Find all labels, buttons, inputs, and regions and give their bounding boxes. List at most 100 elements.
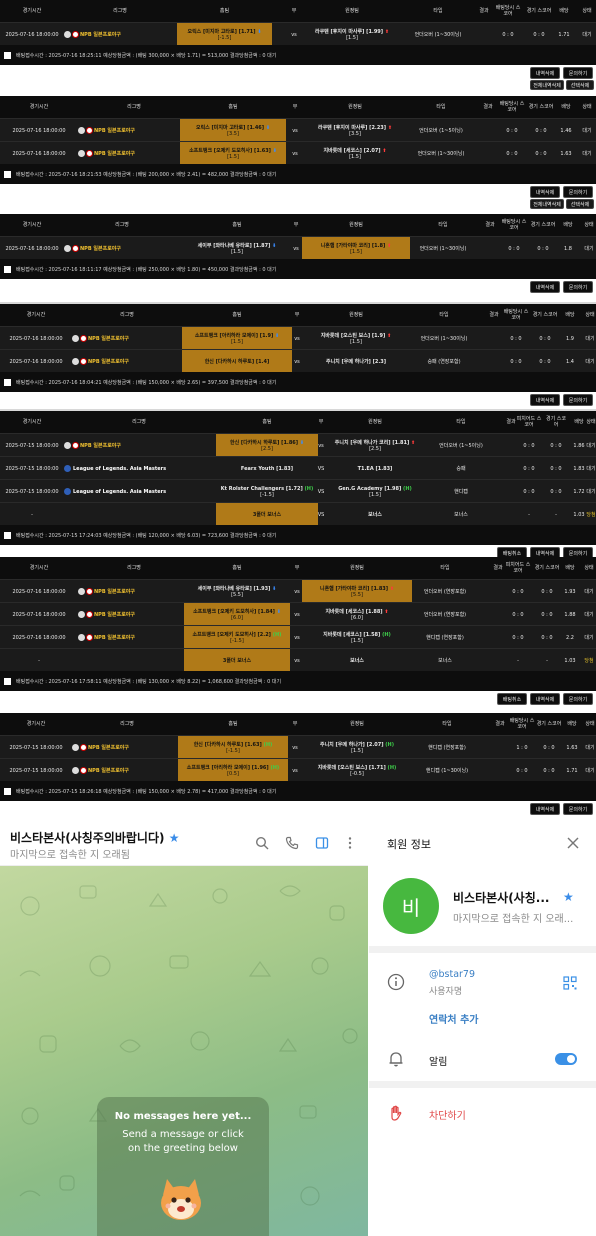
- column-header: 경기시간: [26, 312, 46, 318]
- select-checkbox[interactable]: [4, 265, 11, 273]
- bet-row: 2025-07-16 18:00:00 NPB 일본프로야구 소프트뱅크 [오제키 …: [0, 141, 596, 165]
- column-header: 경기시간: [29, 565, 49, 571]
- avatar[interactable]: 비: [383, 878, 439, 934]
- league-name: NPB 일본프로야구: [78, 580, 190, 603]
- home-team-pick[interactable]: 세이부 [와타나베 유타로] [1.93] ⬇ [5.5]: [184, 580, 290, 603]
- close-icon[interactable]: [566, 836, 580, 850]
- inquiry-button[interactable]: 문의하기: [563, 803, 593, 815]
- select-checkbox[interactable]: [4, 787, 11, 795]
- column-header: 경기 스코어: [532, 312, 558, 318]
- username[interactable]: @bstar79: [429, 969, 475, 980]
- status-label: 당첨: [586, 511, 596, 518]
- select-checkbox[interactable]: [4, 531, 11, 539]
- league-name: NPB 일본프로야구: [78, 626, 190, 649]
- away-team-pick[interactable]: 주니치 [우메 하나가] [2.07] (H) [1.5]: [302, 736, 412, 759]
- away-team-pick[interactable]: Gen.G Academy [1.98] (H) [1.5]: [326, 480, 424, 503]
- bet-type: 언더오버 (연장포함): [423, 588, 467, 595]
- odds-value: 1.03: [564, 657, 576, 664]
- inquiry-button[interactable]: 문의하기: [563, 186, 593, 198]
- vs-label: vs: [292, 150, 298, 157]
- select-checkbox[interactable]: [4, 677, 11, 685]
- odds-value: 1.83: [573, 465, 585, 472]
- delete-selected-button[interactable]: 선택삭제: [566, 199, 594, 209]
- select-checkbox[interactable]: [4, 51, 11, 59]
- away-team-pick[interactable]: 보너스: [326, 503, 424, 526]
- select-checkbox[interactable]: [4, 170, 11, 178]
- bet-time-score: 0 : 0: [512, 634, 524, 641]
- away-team-pick[interactable]: 지바롯데 [오스틴 보스] [1.9] ⬆ [1.5]: [302, 327, 410, 350]
- inquiry-button[interactable]: 문의하기: [563, 394, 593, 406]
- search-icon[interactable]: [254, 835, 270, 851]
- away-team-pick[interactable]: 주니치 [우메 하나가] [2.3]: [302, 350, 410, 373]
- greeting-sticker[interactable]: [155, 1173, 207, 1223]
- away-team-pick[interactable]: 라쿠텐 [후지이 마사루] [1.99] ⬆ [1.5]: [303, 23, 401, 46]
- inquiry-button[interactable]: 문의하기: [563, 281, 593, 293]
- home-team-pick[interactable]: 오릭스 [미지마 고타로] [1.46] ⬇ [3.5]: [180, 119, 286, 142]
- home-team-pick[interactable]: Kt Rolster Challengers [1.72] (H) [-1.5]: [216, 480, 318, 503]
- home-team-label: Fearx Youth [1.83]: [240, 465, 294, 472]
- home-team-pick[interactable]: 3폴더 보너스: [216, 503, 318, 526]
- qr-icon[interactable]: [563, 976, 577, 990]
- away-team-pick[interactable]: 지바롯데 [세코스] [2.07] ⬆ [1.5]: [302, 142, 408, 165]
- away-team-pick[interactable]: 라쿠텐 [후지이 마사루] [2.23] ⬆ [3.5]: [302, 119, 408, 142]
- column-header: 타입: [433, 8, 443, 14]
- delete-all-button[interactable]: 전체내역삭제: [530, 199, 564, 209]
- home-team-pick[interactable]: 소프트뱅크 [오제키 도모히사] [1.84] ⬇ [6.0]: [184, 603, 290, 626]
- home-team-pick[interactable]: 소프트뱅크 [아리하라 모에이] [1.9] ⬇ [1.5]: [182, 327, 292, 350]
- divider: [369, 1081, 596, 1088]
- away-team-pick[interactable]: 니혼햄 [가타야마 코리] [1.8] ⬆ [1.5]: [302, 237, 410, 260]
- more-icon[interactable]: [342, 835, 358, 851]
- home-team-pick[interactable]: 한신 [다카하시 하루토] [1.63] (H) [-1.5]: [178, 736, 288, 759]
- game-score: 0 : 0: [550, 442, 562, 449]
- sidebar-toggle-icon[interactable]: [314, 835, 330, 851]
- select-checkbox[interactable]: [4, 378, 11, 386]
- away-team-pick[interactable]: T1.EA [1.83]: [326, 457, 424, 480]
- delete-history-button[interactable]: 내역삭제: [530, 186, 560, 198]
- bet-row: 2025-07-16 18:00:00 NPB 일본프로야구 소프트뱅크 [오제키 …: [0, 625, 596, 649]
- home-team-pick[interactable]: 오릭스 [미지마 고타로] [1.71] ⬇ [-1.5]: [177, 23, 272, 46]
- delete-history-button[interactable]: 내역삭제: [530, 67, 560, 79]
- inquiry-button[interactable]: 문의하기: [563, 693, 593, 705]
- away-team-pick[interactable]: 보너스: [302, 649, 412, 672]
- bet-summary: 배팅접수시간 : 2025-07-16 17:58:11 예상당첨금액 : (배…: [0, 671, 596, 691]
- home-team-pick[interactable]: 소프트뱅크 [오제키 도모히사] [2.2] (H) [-1.5]: [184, 626, 290, 649]
- status-label: 대기: [584, 611, 594, 618]
- block-button[interactable]: 차단하기: [429, 1107, 466, 1122]
- delete-selected-button[interactable]: 선택삭제: [566, 80, 594, 90]
- league-name: NPB 일본프로야구: [64, 23, 176, 46]
- inquiry-button[interactable]: 문의하기: [563, 67, 593, 79]
- delete-history-button[interactable]: 내역삭제: [530, 693, 560, 705]
- match-time: 2025-07-15 18:00:00: [9, 767, 63, 774]
- game-score: 0 : 0: [541, 588, 553, 595]
- away-team-pick[interactable]: 지바롯데 [오스틴 보스] [1.71] (H) [-0.5]: [302, 759, 412, 782]
- star-icon: ★: [168, 831, 180, 845]
- column-header: 상태: [584, 565, 594, 571]
- home-team-pick[interactable]: 소프트뱅크 [오제키 도모히사] [1.63] ⬇ [1.5]: [180, 142, 286, 165]
- away-team-pick[interactable]: 주니치 [우메 하나가 코리] [1.81] ⬆ [2.5]: [326, 434, 424, 457]
- home-team-pick[interactable]: 한신 [다카하시 하루토] [1.86] ⬇ [2.5]: [216, 434, 318, 457]
- column-header: 원정팀: [349, 312, 363, 318]
- league-label: NPB 일본프로야구: [80, 31, 122, 38]
- home-team-pick[interactable]: 한신 [다카하시 하루토] [1.4]: [182, 350, 292, 373]
- chat-title[interactable]: 비스타본사(사칭주의바랍니다) ★: [10, 829, 179, 846]
- away-line: [1.5]: [346, 34, 358, 41]
- league-label: League of Legends. Asia Masters: [73, 465, 167, 472]
- column-header: 리그명: [120, 312, 134, 318]
- away-team-pick[interactable]: 지바롯데 [세코스] [1.58] (H) [1.5]: [302, 626, 412, 649]
- cancel-bet-button[interactable]: 배팅취소: [497, 693, 527, 705]
- home-team-pick[interactable]: 3폴더 보너스: [184, 649, 290, 672]
- home-team-pick[interactable]: 세이부 [와타나베 유타로] [1.87] ⬇ [1.5]: [182, 237, 292, 260]
- add-contact-button[interactable]: 연락처 추가: [429, 1011, 478, 1026]
- delete-history-button[interactable]: 내역삭제: [530, 803, 560, 815]
- delete-history-button[interactable]: 내역삭제: [530, 281, 560, 293]
- delete-history-button[interactable]: 내역삭제: [530, 394, 560, 406]
- away-team-pick[interactable]: 니혼햄 [가타야마 코리] [1.83] ⬆ [5.5]: [302, 580, 412, 603]
- notifications-toggle[interactable]: [555, 1053, 577, 1065]
- away-team-pick[interactable]: 지바롯데 [세코스] [1.88] ⬆ [6.0]: [302, 603, 412, 626]
- match-time: 2025-07-16 18:00:00: [12, 150, 66, 157]
- phone-icon[interactable]: [284, 835, 300, 851]
- home-team-pick[interactable]: 소프트뱅크 [아리하라 모에이] [1.96] (H) [0.5]: [178, 759, 288, 782]
- league-label: NPB 일본프로야구: [88, 358, 130, 365]
- home-team-pick[interactable]: Fearx Youth [1.83]: [216, 457, 318, 480]
- delete-all-button[interactable]: 전체내역삭제: [530, 80, 564, 90]
